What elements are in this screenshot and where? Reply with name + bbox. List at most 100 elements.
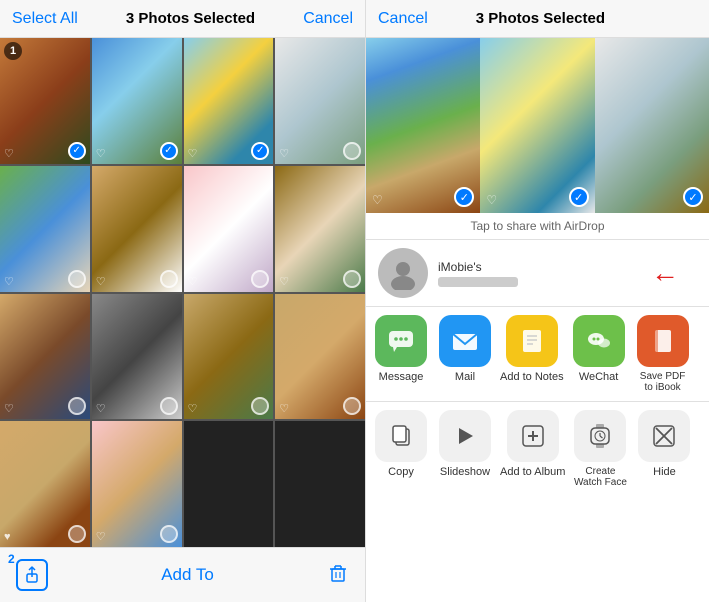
photo-cell[interactable]: ♡: [275, 166, 365, 292]
photo-grid: 1 ♡ ✓ ♡ ✓ ♡ ✓ ♡ ♡ ♡ ♡ ♡: [0, 38, 365, 547]
photo-cell[interactable]: ♡: [275, 38, 365, 164]
photo-check-empty: [343, 142, 361, 160]
contacts-row: iMobie's ←: [366, 240, 709, 307]
photo-cell[interactable]: ♡: [0, 294, 90, 420]
photo-check-empty: [68, 270, 86, 288]
left-cancel-button[interactable]: Cancel: [303, 10, 353, 28]
share-app-notes[interactable]: Add to Notes: [500, 315, 564, 393]
photo-cell[interactable]: ♥: [0, 421, 90, 547]
notes-app-label: Add to Notes: [500, 371, 564, 383]
right-cancel-button[interactable]: Cancel: [378, 10, 428, 28]
action-watch-face[interactable]: CreateWatch Face: [571, 410, 629, 488]
photo-cell[interactable]: ♡: [92, 166, 182, 292]
trash-button[interactable]: [327, 562, 349, 589]
share-apps-row: Message Mail Add to Notes: [366, 307, 709, 402]
heart-icon: ♡: [4, 402, 14, 415]
photo-cell[interactable]: ♡: [184, 294, 274, 420]
person-icon: [386, 256, 420, 290]
photo-check-icon: ✓: [569, 187, 589, 207]
right-panel: Cancel 3 Photos Selected ♡ ✓ ♡ ✓ ✓ Tap t…: [365, 0, 709, 602]
selected-photos-strip: ♡ ✓ ♡ ✓ ✓: [366, 38, 709, 213]
photo-check-empty: [160, 525, 178, 543]
photo-cell-empty: [184, 421, 274, 547]
heart-icon: ♡: [486, 193, 497, 207]
actions-row: Copy Slideshow Add to Album: [366, 402, 709, 496]
photo-check-empty: [343, 397, 361, 415]
hide-label: Hide: [653, 466, 676, 478]
photo-check-empty: [160, 270, 178, 288]
mail-app-label: Mail: [455, 371, 475, 383]
savepdf-app-icon: [637, 315, 689, 367]
selected-photo[interactable]: ♡ ✓: [480, 38, 594, 213]
heart-icon: ♡: [279, 147, 289, 160]
photo-cell[interactable]: ♡ ✓: [92, 38, 182, 164]
mail-app-icon: [439, 315, 491, 367]
heart-icon: ♡: [188, 275, 198, 288]
contact-name-box: iMobie's: [438, 260, 518, 287]
heart-icon: ♡: [279, 402, 289, 415]
photo-cell[interactable]: ♡: [0, 166, 90, 292]
photo-check-icon: ✓: [68, 142, 86, 160]
message-app-label: Message: [379, 371, 424, 383]
heart-icon: ♡: [4, 147, 14, 160]
footer-number-2: 2: [8, 552, 15, 566]
heart-icon: ♡: [188, 402, 198, 415]
photo-check-empty: [343, 270, 361, 288]
message-app-icon: [375, 315, 427, 367]
watch-icon: [587, 423, 613, 449]
heart-icon: ♡: [4, 275, 14, 288]
share-button[interactable]: [16, 559, 48, 591]
action-slideshow[interactable]: Slideshow: [436, 410, 494, 488]
selected-photo[interactable]: ✓: [595, 38, 709, 213]
share-app-mail[interactable]: Mail: [436, 315, 494, 393]
photo-check-empty: [251, 397, 269, 415]
photo-cell[interactable]: ♡: [92, 421, 182, 547]
selected-photo[interactable]: ♡ ✓: [366, 38, 480, 213]
play-icon: [454, 425, 476, 447]
savepdf-app-label: Save PDFto iBook: [640, 371, 686, 393]
notes-app-icon: [506, 315, 558, 367]
contact-name: iMobie's: [438, 260, 518, 274]
action-hide[interactable]: Hide: [635, 410, 693, 488]
slideshow-label: Slideshow: [440, 466, 490, 478]
mail-icon: [450, 326, 480, 356]
watch-face-icon-box: [574, 410, 626, 462]
left-header: Select All 3 Photos Selected Cancel: [0, 0, 365, 38]
share-app-message[interactable]: Message: [372, 315, 430, 393]
wechat-app-icon: [573, 315, 625, 367]
photo-cell[interactable]: ♡: [275, 294, 365, 420]
photo-check-icon: ✓: [683, 187, 703, 207]
share-icon: [23, 566, 41, 584]
heart-icon: ♥: [4, 531, 11, 543]
share-app-wechat[interactable]: WeChat: [570, 315, 628, 393]
photo-cell[interactable]: ♡ ✓: [184, 38, 274, 164]
book-icon: [649, 327, 677, 355]
heart-icon: ♡: [96, 402, 106, 415]
action-copy[interactable]: Copy: [372, 410, 430, 488]
right-header: Cancel 3 Photos Selected: [366, 0, 709, 38]
photo-check-empty: [251, 270, 269, 288]
contact-avatar[interactable]: [378, 248, 428, 298]
photo-cell[interactable]: 1 ♡ ✓: [0, 38, 90, 164]
heart-icon: ♡: [96, 147, 106, 160]
hide-icon: [651, 423, 677, 449]
photo-cell[interactable]: ♡: [184, 166, 274, 292]
copy-icon: [388, 423, 414, 449]
photo-check-icon: ✓: [454, 187, 474, 207]
left-selected-count: 3 Photos Selected: [126, 10, 255, 27]
wechat-app-label: WeChat: [579, 371, 619, 383]
select-all-button[interactable]: Select All: [12, 10, 78, 28]
photo-check-empty: [160, 397, 178, 415]
share-app-savepdf[interactable]: Save PDFto iBook: [634, 315, 692, 393]
airdrop-hint: Tap to share with AirDrop: [366, 213, 709, 240]
heart-icon: ♡: [372, 193, 383, 207]
add-to-button[interactable]: Add To: [161, 565, 214, 585]
left-panel: Select All 3 Photos Selected Cancel 1 ♡ …: [0, 0, 365, 602]
red-arrow-icon: ←: [651, 257, 679, 289]
heart-icon: ♡: [96, 275, 106, 288]
copy-label: Copy: [388, 466, 414, 478]
action-add-album[interactable]: Add to Album: [500, 410, 565, 488]
photo-check-empty: [68, 397, 86, 415]
photo-cell[interactable]: ♡: [92, 294, 182, 420]
message-icon: [387, 327, 415, 355]
